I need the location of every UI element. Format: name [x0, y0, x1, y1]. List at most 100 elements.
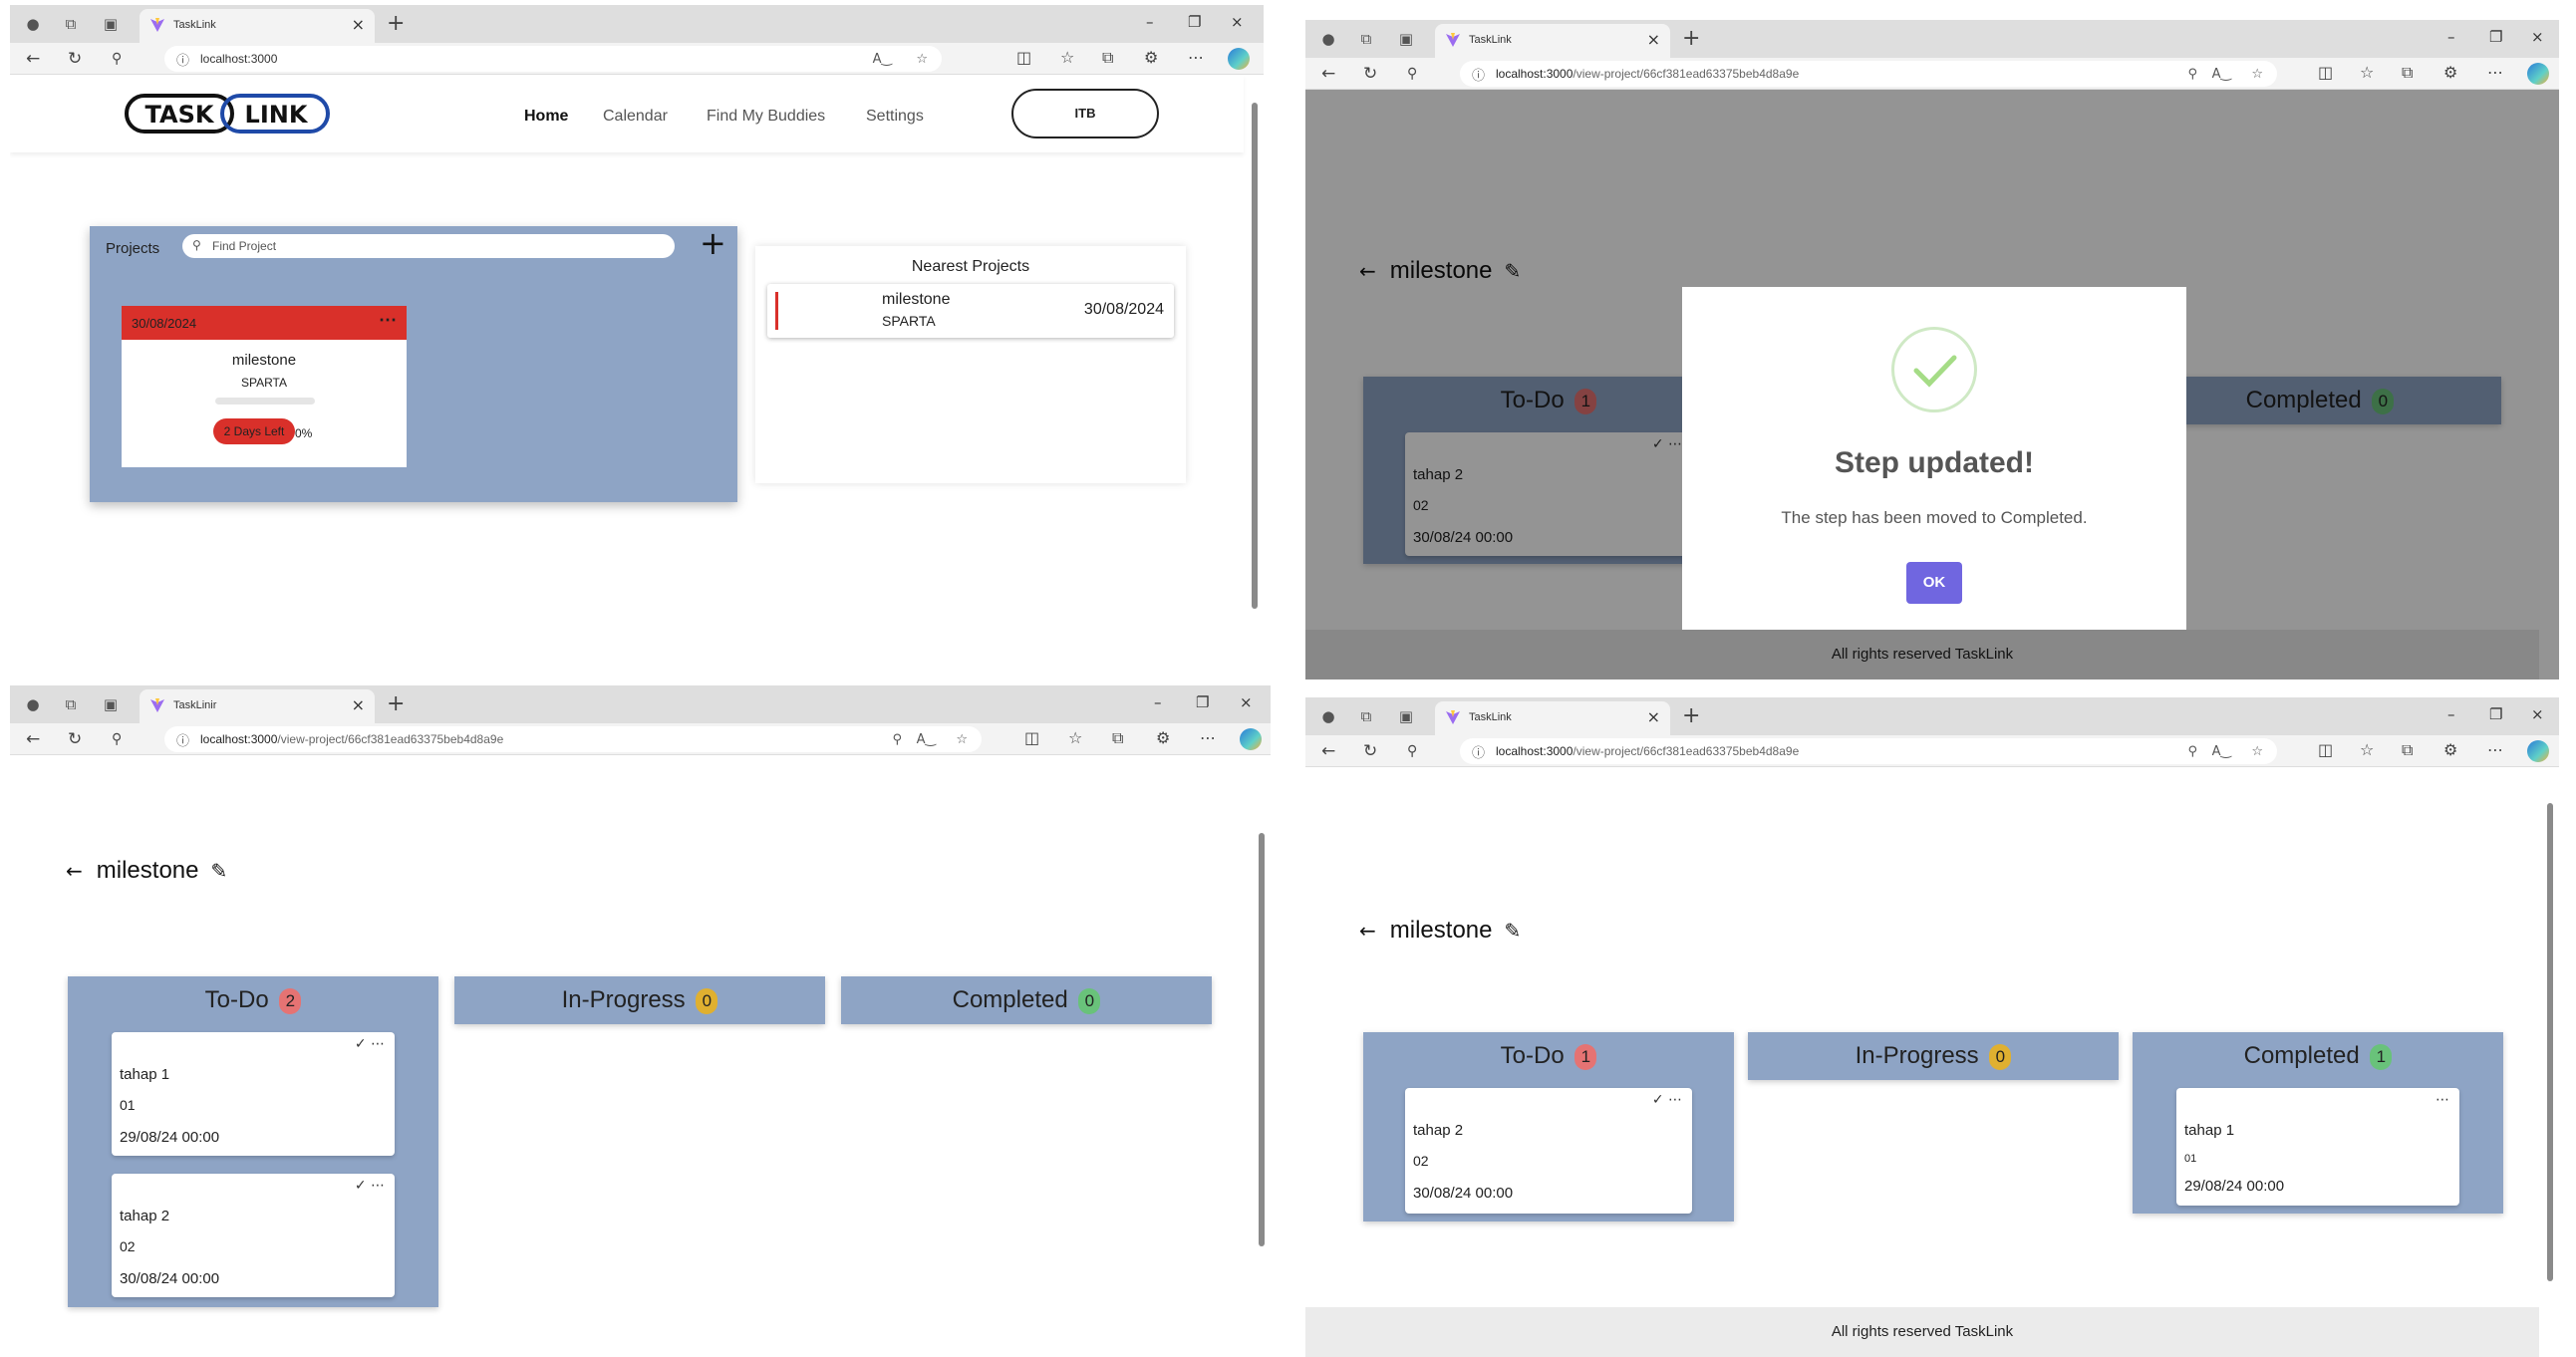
favorites-icon[interactable]: ☆ [2360, 740, 2374, 759]
ok-button[interactable]: OK [1906, 562, 1962, 604]
project-card[interactable]: 30/08/2024 ⋯ milestone SPARTA 2 Days Lef… [122, 306, 407, 467]
info-icon[interactable]: ⓘ [1472, 65, 1485, 84]
split-screen-icon[interactable]: ◫ [2318, 63, 2333, 82]
minimize-button[interactable]: – [1146, 13, 1154, 31]
copilot-icon[interactable] [1240, 728, 1262, 750]
edit-pencil-icon[interactable]: ✎ [210, 859, 227, 883]
tab-actions-icon[interactable]: ▣ [1397, 707, 1415, 725]
step-card[interactable]: ✓ ⋯ tahap 2 02 30/08/24 00:00 [1405, 1088, 1692, 1214]
workspaces-icon[interactable]: ⧉ [1357, 30, 1375, 48]
back-arrow-icon[interactable]: ← [1359, 919, 1376, 943]
close-tab-icon[interactable]: × [1647, 707, 1660, 726]
collections-icon[interactable]: ⧉ [2402, 740, 2413, 760]
split-screen-icon[interactable]: ◫ [1016, 48, 1031, 67]
copilot-icon[interactable] [1228, 48, 1250, 70]
back-icon[interactable]: ← [26, 729, 40, 749]
step-more-icon[interactable]: ⋯ [2435, 1092, 2449, 1108]
address-bar[interactable]: ⓘ localhost:3000 A‿ ☆ [164, 46, 942, 72]
nav-calendar[interactable]: Calendar [603, 108, 668, 126]
refresh-icon[interactable]: ↻ [1363, 64, 1377, 84]
info-icon[interactable]: ⓘ [1472, 742, 1485, 761]
tab-actions-icon[interactable]: ▣ [102, 695, 120, 713]
favorite-star-icon[interactable]: ☆ [2251, 744, 2263, 759]
edit-pencil-icon[interactable]: ✎ [1504, 919, 1521, 943]
scrollbar[interactable] [1259, 833, 1265, 1246]
read-aloud-icon[interactable]: A‿ [873, 52, 892, 67]
back-icon[interactable]: ← [1321, 741, 1335, 761]
address-bar[interactable]: ⓘ localhost:3000/view-project/66cf381ead… [164, 726, 982, 752]
project-search-input[interactable]: ⚲ Find Project [182, 234, 675, 258]
new-tab-button[interactable]: + [387, 691, 405, 716]
search-icon[interactable]: ⚲ [1407, 64, 1417, 84]
restore-button[interactable]: ❐ [1196, 693, 1209, 711]
refresh-icon[interactable]: ↻ [68, 49, 82, 69]
new-tab-button[interactable]: + [1682, 703, 1700, 728]
workspaces-icon[interactable]: ⧉ [1357, 707, 1375, 725]
profile-icon[interactable]: ● [1319, 30, 1337, 48]
refresh-icon[interactable]: ↻ [1363, 741, 1377, 761]
split-screen-icon[interactable]: ◫ [2318, 740, 2333, 759]
minimize-button[interactable]: – [2447, 28, 2455, 46]
read-aloud-icon[interactable]: A‿ [2212, 744, 2231, 759]
minimize-button[interactable]: – [2447, 705, 2455, 723]
refresh-icon[interactable]: ↻ [68, 729, 82, 749]
nav-home[interactable]: Home [524, 108, 568, 126]
tab-actions-icon[interactable]: ▣ [1397, 30, 1415, 48]
more-menu-icon[interactable]: ⋯ [1188, 48, 1204, 67]
search-icon[interactable]: ⚲ [1407, 741, 1417, 761]
collections-icon[interactable]: ⧉ [1102, 48, 1113, 68]
info-icon[interactable]: ⓘ [176, 730, 189, 749]
favorite-star-icon[interactable]: ☆ [956, 732, 968, 747]
tasklink-logo[interactable]: TASK LINK [125, 92, 330, 136]
info-icon[interactable]: ⓘ [176, 50, 189, 69]
zoom-icon[interactable]: ⚲ [2187, 67, 2197, 82]
browser-tab[interactable]: TaskLink × [1435, 24, 1670, 58]
close-window-button[interactable]: × [1231, 13, 1244, 31]
restore-button[interactable]: ❐ [2489, 28, 2502, 46]
extensions-icon[interactable]: ⚙ [1144, 48, 1158, 67]
read-aloud-icon[interactable]: A‿ [917, 732, 936, 747]
step-actions-icon[interactable]: ✓ ⋯ [355, 1036, 385, 1052]
copilot-icon[interactable] [2527, 740, 2549, 762]
minimize-button[interactable]: – [1154, 693, 1162, 711]
scrollbar[interactable] [1252, 103, 1258, 609]
restore-button[interactable]: ❐ [1188, 13, 1201, 31]
read-aloud-icon[interactable]: A‿ [2212, 67, 2231, 82]
nav-find-buddies[interactable]: Find My Buddies [707, 108, 825, 126]
close-tab-icon[interactable]: × [1647, 30, 1660, 49]
profile-icon[interactable]: ● [24, 15, 42, 33]
search-icon[interactable]: ⚲ [112, 49, 122, 69]
collections-icon[interactable]: ⧉ [2402, 63, 2413, 83]
address-bar[interactable]: ⓘ localhost:3000/view-project/66cf381ead… [1460, 738, 2277, 764]
favorite-star-icon[interactable]: ☆ [2251, 67, 2263, 82]
close-window-button[interactable]: × [2531, 705, 2544, 723]
zoom-icon[interactable]: ⚲ [892, 732, 902, 747]
user-button[interactable]: ITB [1011, 89, 1159, 138]
zoom-icon[interactable]: ⚲ [2187, 744, 2197, 759]
extensions-icon[interactable]: ⚙ [1156, 728, 1170, 747]
favorites-icon[interactable]: ☆ [1068, 728, 1082, 747]
search-icon[interactable]: ⚲ [112, 729, 122, 749]
favorite-star-icon[interactable]: ☆ [916, 52, 928, 67]
workspaces-icon[interactable]: ⧉ [62, 695, 80, 713]
step-card[interactable]: ✓ ⋯ tahap 1 01 29/08/24 00:00 [112, 1032, 395, 1156]
favorites-icon[interactable]: ☆ [1060, 48, 1074, 67]
split-screen-icon[interactable]: ◫ [1024, 728, 1039, 747]
step-actions-icon[interactable]: ✓ ⋯ [1652, 1092, 1682, 1108]
new-tab-button[interactable]: + [1682, 26, 1700, 51]
scrollbar[interactable] [2547, 803, 2553, 1281]
new-tab-button[interactable]: + [387, 11, 405, 36]
nav-settings[interactable]: Settings [866, 108, 924, 126]
favorites-icon[interactable]: ☆ [2360, 63, 2374, 82]
extensions-icon[interactable]: ⚙ [2443, 63, 2457, 82]
browser-tab[interactable]: TaskLinir × [140, 689, 375, 723]
close-window-button[interactable]: × [1240, 693, 1253, 711]
modal-overlay[interactable]: Step updated! The step has been moved to… [1305, 90, 2559, 679]
back-icon[interactable]: ← [1321, 64, 1335, 84]
step-card[interactable]: ✓ ⋯ tahap 2 02 30/08/24 00:00 [112, 1174, 395, 1297]
nearest-project-item[interactable]: milestone SPARTA 30/08/2024 [767, 284, 1174, 338]
workspaces-icon[interactable]: ⧉ [62, 15, 80, 33]
more-options-icon[interactable]: ⋯ [379, 310, 397, 331]
step-card[interactable]: ⋯ tahap 1 01 29/08/24 00:00 [2176, 1088, 2459, 1206]
extensions-icon[interactable]: ⚙ [2443, 740, 2457, 759]
